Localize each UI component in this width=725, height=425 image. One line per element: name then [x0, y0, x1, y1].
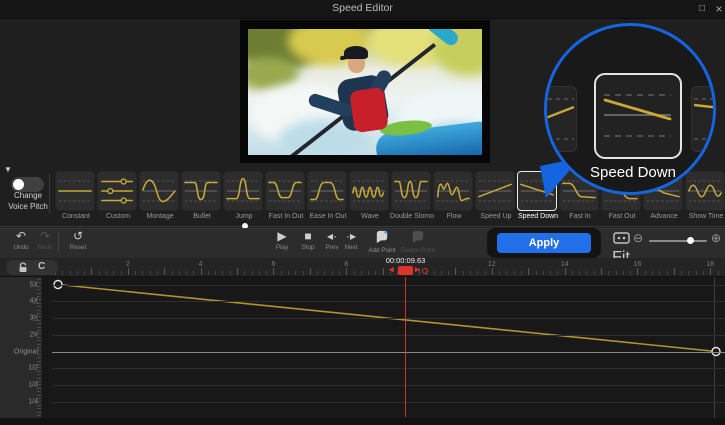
- reset-icon: ↺: [61, 230, 95, 243]
- ruler-number: 12: [488, 261, 496, 268]
- change-voice-pitch-toggle[interactable]: [11, 177, 44, 192]
- bottom-scrollbar[interactable]: [0, 418, 725, 425]
- window-title: Speed Editor: [0, 2, 725, 14]
- gridline: [52, 335, 725, 336]
- zoom-slider-track[interactable]: [649, 240, 707, 242]
- presets-scrollbar[interactable]: [0, 226, 725, 227]
- zoom-out-icon[interactable]: ⊖: [633, 231, 643, 245]
- timeline-tools: C: [6, 260, 58, 275]
- collapse-arrow-icon[interactable]: ▼: [4, 165, 12, 174]
- gridline: [52, 352, 725, 353]
- gridline: [52, 385, 725, 386]
- preset-fast-in-out[interactable]: Fast In Out: [265, 171, 305, 211]
- preset-wave[interactable]: Wave: [349, 171, 389, 211]
- speed-axis-labels: 5X4X3X2XOriginal1/21/31/4: [0, 277, 42, 418]
- magnified-speed-down-thumbnail: [594, 73, 682, 159]
- fit-size-icon: [613, 232, 630, 244]
- divider: [49, 173, 50, 213]
- speed-level-label: Original: [0, 348, 38, 355]
- ruler-number: 14: [561, 261, 569, 268]
- speed-curve[interactable]: [42, 277, 725, 418]
- speed-graph[interactable]: [42, 277, 725, 418]
- speed-editor-window: Speed Editor □ × ▼ Change Voice Pit: [0, 0, 725, 425]
- zoom-slider-handle[interactable]: [687, 237, 694, 244]
- preset-ease-in-out[interactable]: Ease In Out: [307, 171, 347, 211]
- maximize-icon[interactable]: □: [694, 2, 710, 16]
- delete-point-icon: [396, 230, 440, 246]
- preset-constant[interactable]: Constant: [55, 171, 95, 211]
- voice-pitch-label-1: Change: [0, 191, 56, 200]
- ruler-number: 4: [199, 261, 203, 268]
- redo-icon: ↷: [28, 230, 62, 243]
- divider: [58, 232, 59, 252]
- gridline: [52, 301, 725, 302]
- preset-bullet[interactable]: Bullet: [181, 171, 221, 211]
- zoom-in-icon[interactable]: ⊕: [711, 231, 721, 245]
- playhead-marker[interactable]: ◂ ▸: [381, 265, 429, 276]
- ruler-number: 18: [706, 261, 714, 268]
- preset-jump[interactable]: Jump: [223, 171, 263, 211]
- preset-double-slomo[interactable]: Double Slomo: [391, 171, 431, 211]
- magnifier-label: Speed Down: [547, 164, 716, 181]
- apply-button[interactable]: Apply: [497, 233, 591, 253]
- magnified-adjacent-left: [544, 86, 577, 152]
- gridline: [52, 318, 725, 319]
- toggle-knob: [13, 179, 24, 190]
- ruler-number: 16: [633, 261, 641, 268]
- preset-label: Show Time: [676, 213, 725, 220]
- gridline: [52, 368, 725, 369]
- close-icon[interactable]: ×: [711, 2, 725, 16]
- delete-point-button: Delete Point: [396, 230, 440, 254]
- magnified-adjacent-right: [691, 86, 716, 152]
- gridline: [52, 285, 725, 286]
- preset-flow[interactable]: Flow: [433, 171, 473, 211]
- apply-container: Apply: [487, 228, 601, 258]
- reset-button[interactable]: ↺ Reset: [61, 230, 95, 251]
- playhead-right-arrow-icon[interactable]: ▸: [415, 264, 420, 275]
- playhead-ring-icon: [422, 268, 428, 274]
- gridline: [52, 402, 725, 403]
- speed-level-label: 5X: [0, 281, 38, 288]
- ruler-number: 2: [126, 261, 130, 268]
- ruler-number: 8: [344, 261, 348, 268]
- redo-button: ↷ Redo: [28, 230, 62, 251]
- svg-text:+: +: [384, 230, 388, 236]
- ruler-number: 6: [271, 261, 275, 268]
- magnifier-circle: Speed Down: [544, 23, 716, 195]
- preset-montage[interactable]: Montage: [139, 171, 179, 211]
- curve-mode-icon[interactable]: C: [38, 261, 45, 272]
- playhead-handle[interactable]: [398, 266, 413, 275]
- playhead-timestamp: 00:00:09.63: [363, 256, 448, 265]
- preset-custom[interactable]: Custom: [97, 171, 137, 211]
- title-bar: Speed Editor □ ×: [0, 0, 725, 19]
- preset-speed-up[interactable]: Speed Up: [475, 171, 515, 211]
- playhead-line[interactable]: [405, 277, 406, 417]
- playhead-left-arrow-icon[interactable]: ◂: [389, 264, 394, 275]
- video-preview: [248, 29, 482, 155]
- voice-pitch-label-2: Voice Pitch: [0, 202, 56, 211]
- speed-level-label: 2X: [0, 331, 38, 338]
- lock-icon[interactable]: [18, 262, 28, 273]
